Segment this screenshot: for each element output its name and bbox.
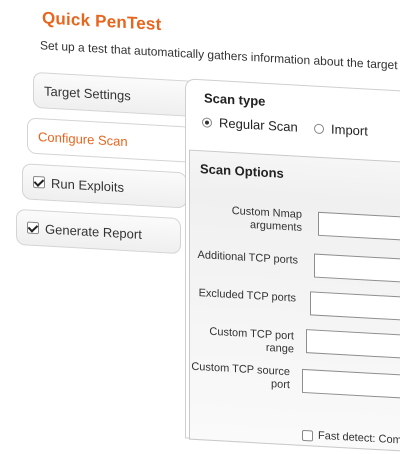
custom-nmap-arguments-input[interactable] [318,211,400,243]
step-tab-configure-scan[interactable]: Configure Scan [27,117,192,163]
radio-import[interactable]: Import [314,121,368,139]
field-label-additional-tcp-ports: Additional TCP ports [197,249,298,267]
field-label-excluded-tcp-ports: Excluded TCP ports [198,287,296,305]
radio-label: Regular Scan [219,115,298,135]
step-tab-label: Target Settings [44,82,131,103]
step-tab-label: Generate Report [45,221,142,242]
radio-unselected-icon[interactable] [314,123,324,134]
checkbox-unchecked-icon[interactable] [302,429,313,441]
step-tab-generate-report[interactable]: Generate Report [16,208,181,255]
configure-scan-panel: Scan type Regular Scan Import Scan Optio… [185,78,400,454]
field-label-custom-tcp-port-range: Custom TCP port range [209,325,294,356]
fast-detect-label: Fast detect: Comm [318,429,400,447]
step-tab-run-exploits[interactable]: Run Exploits [22,163,187,209]
quick-pentest-page: Quick PenTest Set up a test that automat… [0,0,400,454]
custom-tcp-source-port-input[interactable] [302,368,400,400]
scan-options-heading: Scan Options [200,161,284,181]
scan-type-heading: Scan type [204,90,266,109]
radio-selected-icon[interactable] [202,116,212,128]
fast-detect-option[interactable]: Fast detect: Comm [302,429,400,447]
field-label-custom-nmap-arguments: Custom Nmap arguments [231,204,302,234]
scan-options-box: Scan Options Custom Nmap arguments Addit… [189,149,400,454]
additional-tcp-ports-input[interactable] [314,253,400,285]
page-title: Quick PenTest [42,8,162,35]
excluded-tcp-ports-input[interactable] [310,291,400,323]
field-label-custom-tcp-source-port: Custom TCP source port [191,360,290,392]
checkbox-checked-icon[interactable] [33,175,45,189]
checkbox-checked-icon[interactable] [27,221,39,235]
custom-tcp-port-range-input[interactable] [306,329,400,360]
page-subtitle: Set up a test that automatically gathers… [40,38,400,73]
step-tab-target-settings[interactable]: Target Settings [33,71,198,118]
step-tab-label: Configure Scan [38,128,128,149]
radio-label: Import [331,121,368,139]
step-tab-label: Run Exploits [51,175,124,195]
radio-regular-scan[interactable]: Regular Scan [202,114,298,135]
